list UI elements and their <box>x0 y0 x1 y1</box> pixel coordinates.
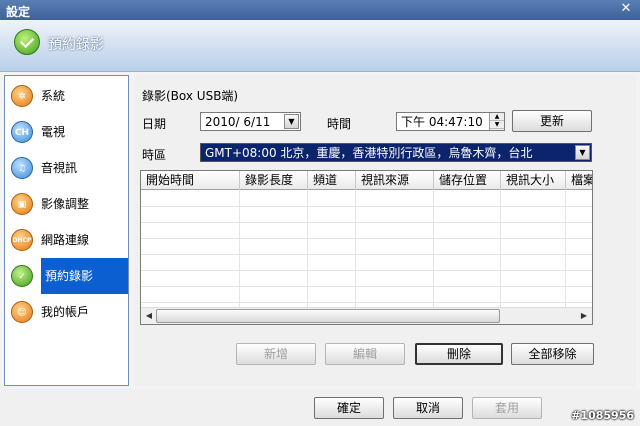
sidebar-item-label: 系統 <box>41 89 66 103</box>
sidebar-item-audio-video[interactable]: ♫ 音視訊 <box>5 150 128 186</box>
edit-button[interactable]: 編輯 <box>325 343 405 365</box>
sidebar-item-network[interactable]: DHCP 網路連線 <box>5 222 128 258</box>
timezone-select[interactable]: GMT+08:00 北京，重慶，香港特別行政區，烏魯木齊，台北 ▼ <box>200 143 592 162</box>
audio-video-icon: ♫ <box>11 157 33 179</box>
column-header[interactable]: 視訊大小 <box>501 171 566 190</box>
sidebar-item-label: 網路連線 <box>41 233 90 247</box>
dialog-footer: 確定 取消 套用 #1085956 <box>0 389 640 426</box>
account-icon: ☺ <box>11 301 33 323</box>
schedule-record-icon <box>14 29 40 55</box>
sidebar-item-label: 預約錄影 <box>41 258 128 294</box>
scroll-right-icon[interactable]: ▶ <box>577 309 591 323</box>
date-picker[interactable]: 2010/ 6/11 ▼ <box>200 112 301 131</box>
spin-buttons[interactable]: ▲ ▼ <box>489 113 504 130</box>
table-body[interactable] <box>141 190 592 307</box>
header-banner: 預約錄影 <box>0 20 640 72</box>
sidebar-item-image-adjust[interactable]: ▣ 影像調整 <box>5 186 128 222</box>
column-header[interactable]: 頻道 <box>308 171 356 190</box>
timezone-value: GMT+08:00 北京，重慶，香港特別行政區，烏魯木齊，台北 <box>205 146 533 160</box>
window-title: 設定 <box>6 5 31 19</box>
chevron-down-icon[interactable]: ▼ <box>575 145 590 160</box>
section-title: 錄影(Box USB端) <box>142 89 239 103</box>
sidebar-item-tv[interactable]: CH 電視 <box>5 114 128 150</box>
column-header[interactable]: 視訊來源 <box>356 171 434 190</box>
column-header[interactable]: 開始時間 <box>141 171 240 190</box>
scroll-left-icon[interactable]: ◀ <box>142 309 156 323</box>
remove-all-button[interactable]: 全部移除 <box>511 343 594 365</box>
schedule-record-icon: ✓ <box>11 265 33 287</box>
ok-button[interactable]: 確定 <box>314 397 384 419</box>
image-adjust-icon: ▣ <box>11 193 33 215</box>
chevron-down-icon[interactable]: ▼ <box>284 114 299 129</box>
table-header: 開始時間 錄影長度 頻道 視訊來源 儲存位置 視訊大小 檔案 <box>141 171 592 190</box>
page-title: 預約錄影 <box>48 37 104 53</box>
time-label: 時間 <box>327 117 352 131</box>
date-value: 2010/ 6/11 <box>205 115 271 129</box>
sidebar-item-label: 音視訊 <box>41 161 78 175</box>
sidebar-item-system[interactable]: ✲ 系統 <box>5 78 128 114</box>
gear-icon: ✲ <box>11 85 33 107</box>
sidebar-item-label: 影像調整 <box>41 197 90 211</box>
horizontal-scrollbar[interactable]: ◀ ▶ <box>141 307 592 324</box>
date-label: 日期 <box>142 117 167 131</box>
apply-button[interactable]: 套用 <box>472 397 542 419</box>
column-header[interactable]: 錄影長度 <box>240 171 308 190</box>
time-value: 下午 04:47:10 <box>401 115 483 129</box>
timezone-label: 時區 <box>142 148 167 162</box>
watermark: #1085956 <box>571 409 634 422</box>
sidebar-item-label: 我的帳戶 <box>41 305 90 319</box>
cancel-button[interactable]: 取消 <box>393 397 463 419</box>
spin-up-icon[interactable]: ▲ <box>490 113 504 121</box>
sidebar-item-label: 電視 <box>41 125 66 139</box>
add-button[interactable]: 新增 <box>236 343 316 365</box>
column-header[interactable]: 儲存位置 <box>434 171 501 190</box>
spin-down-icon[interactable]: ▼ <box>490 121 504 129</box>
column-header[interactable]: 檔案 <box>566 171 592 190</box>
close-icon[interactable]: ✕ <box>618 1 634 17</box>
delete-button[interactable]: 刪除 <box>415 343 503 365</box>
network-icon: DHCP <box>11 229 33 251</box>
tv-channel-icon: CH <box>11 121 33 143</box>
sidebar: ✲ 系統 CH 電視 ♫ 音視訊 ▣ 影像調整 DHCP 網路連線 ✓ 預約錄影… <box>4 75 129 386</box>
update-button[interactable]: 更新 <box>512 110 592 132</box>
sidebar-item-schedule-record[interactable]: ✓ 預約錄影 <box>5 258 128 294</box>
recording-schedule-table[interactable]: 開始時間 錄影長度 頻道 視訊來源 儲存位置 視訊大小 檔案 ◀ ▶ <box>140 170 593 325</box>
settings-panel: 錄影(Box USB端) 日期 2010/ 6/11 ▼ 時間 下午 04:47… <box>134 75 636 386</box>
sidebar-item-account[interactable]: ☺ 我的帳戶 <box>5 294 128 330</box>
time-spinner[interactable]: 下午 04:47:10 ▲ ▼ <box>396 112 505 131</box>
scrollbar-thumb[interactable] <box>156 309 500 323</box>
window-title-bar: 設定 ✕ <box>0 0 640 20</box>
